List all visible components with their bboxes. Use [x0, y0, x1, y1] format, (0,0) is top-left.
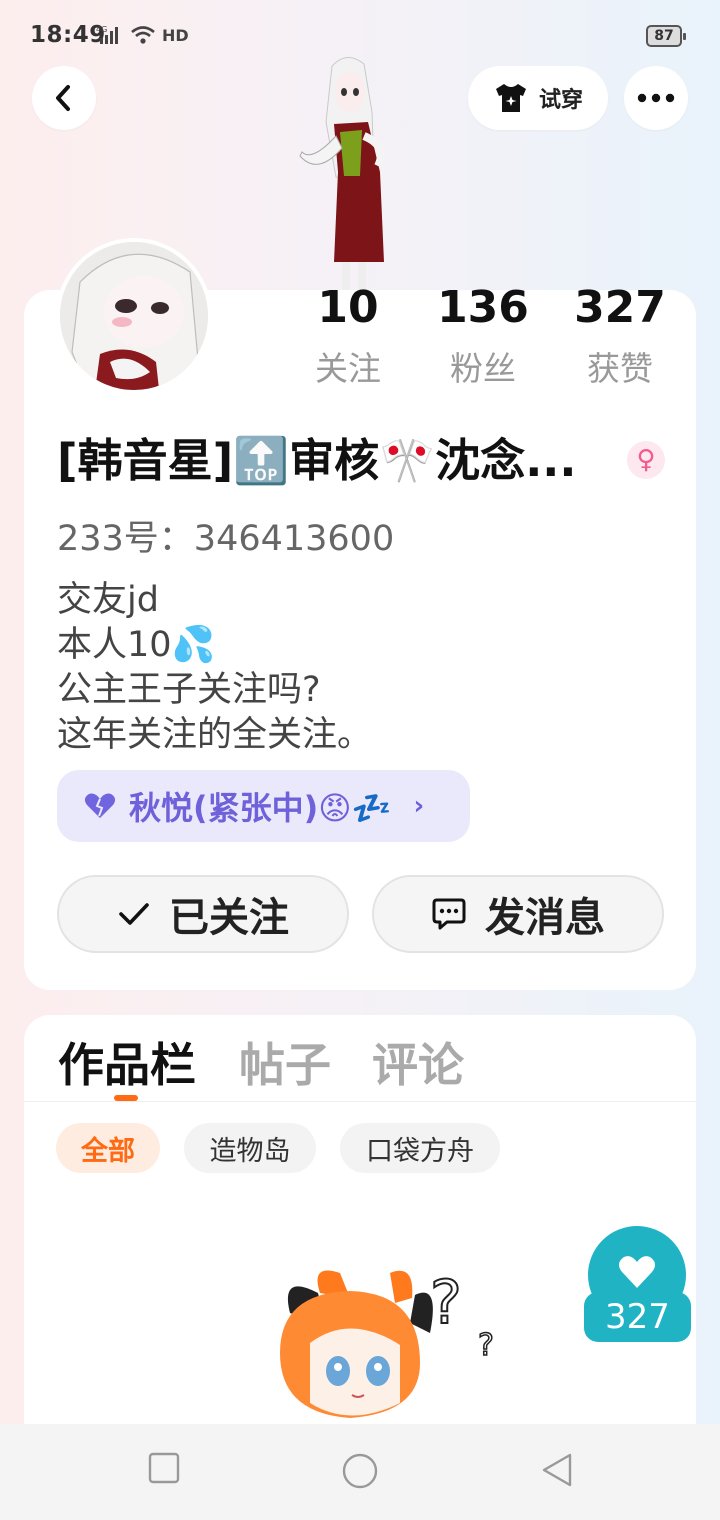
- mood-status-pill[interactable]: 秋悦(紧张中)😡💤 ›: [57, 770, 470, 842]
- filter-chip-island[interactable]: 造物岛: [184, 1123, 316, 1173]
- chat-bubble-icon: [432, 898, 466, 930]
- hd-icon: HD: [162, 25, 189, 45]
- wifi-icon: [131, 26, 155, 44]
- recent-apps-icon[interactable]: [148, 1452, 180, 1484]
- username: [韩音星]🔝审核🎌沈念...: [57, 434, 577, 487]
- system-nav-bar: [0, 1424, 720, 1520]
- fans-label: 粉丝: [450, 349, 516, 388]
- heart-icon: [618, 1256, 656, 1288]
- send-message-label: 发消息: [485, 895, 605, 941]
- followed-button[interactable]: 已关注: [57, 875, 349, 953]
- content-tabs: 作品栏 帖子 评论: [24, 1015, 696, 1102]
- try-on-label: 试穿: [538, 88, 583, 113]
- bio-line: 本人10💦: [57, 625, 216, 665]
- bio-line: 这年关注的全关注。: [57, 715, 373, 755]
- likes-label: 获赞: [587, 349, 653, 388]
- back-button[interactable]: [32, 66, 96, 130]
- fans-count: 136: [437, 282, 529, 333]
- likes-count: 327: [574, 282, 666, 333]
- bio-line: 公主王子关注吗?: [57, 670, 321, 710]
- stat-likes[interactable]: 327 获赞: [555, 282, 685, 390]
- user-avatar[interactable]: [56, 238, 212, 394]
- bio-line: 交友jd: [57, 580, 159, 620]
- filter-chip-ark[interactable]: 口袋方舟: [340, 1123, 500, 1173]
- character-figure: [299, 57, 385, 292]
- battery-indicator: 87: [646, 25, 686, 47]
- active-tab-indicator: [114, 1095, 138, 1101]
- chevron-right-icon: ›: [413, 791, 425, 821]
- stat-following[interactable]: 10 关注: [283, 282, 413, 390]
- tshirt-icon: [495, 84, 526, 112]
- send-message-button[interactable]: 发消息: [372, 875, 664, 953]
- cellular-signal-icon: 4G: [96, 25, 118, 44]
- status-icons: 4G HD: [96, 24, 189, 46]
- chevron-left-icon: [56, 85, 70, 111]
- status-time: 18:49: [30, 22, 106, 48]
- stat-fans[interactable]: 136 粉丝: [418, 282, 548, 390]
- bio: 交友jd 本人10💦 公主王子关注吗? 这年关注的全关注。: [57, 578, 372, 758]
- filter-chip-all[interactable]: 全部: [56, 1123, 160, 1173]
- empty-state-mascot: ? ?: [280, 1267, 495, 1418]
- user-id[interactable]: 233号：346413600: [57, 510, 394, 561]
- followed-label: 已关注: [169, 895, 289, 941]
- following-label: 关注: [315, 349, 381, 388]
- more-dots-icon: [637, 93, 675, 103]
- network-type-label: 4G: [96, 25, 107, 34]
- following-count: 10: [317, 282, 379, 333]
- svg-text:?: ?: [478, 1328, 494, 1363]
- try-on-button[interactable]: 试穿: [468, 66, 608, 130]
- svg-text:?: ?: [430, 1268, 462, 1338]
- tab-works[interactable]: 作品栏: [58, 1029, 196, 1095]
- tab-comments[interactable]: 评论: [372, 1029, 464, 1095]
- checkmark-icon: [119, 903, 149, 925]
- home-circle-icon[interactable]: [341, 1452, 379, 1490]
- back-triangle-icon[interactable]: [540, 1452, 574, 1488]
- tab-posts[interactable]: 帖子: [239, 1029, 331, 1095]
- more-options-button[interactable]: [624, 66, 688, 130]
- like-count-badge: 327: [584, 1292, 691, 1342]
- gender-female-icon: ♀: [627, 441, 665, 479]
- mood-status-text: 秋悦(紧张中)😡💤: [129, 789, 392, 827]
- content-card: 作品栏 帖子 评论 全部 造物岛 口袋方舟 ? ?: [24, 1015, 696, 1435]
- heart-icon: [84, 793, 116, 818]
